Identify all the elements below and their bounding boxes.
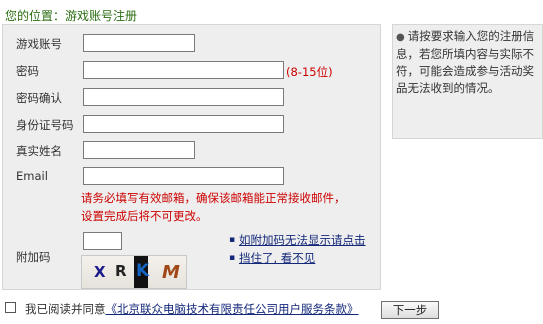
email-warning-line-2: 设置完成后将不可更改。 bbox=[81, 209, 208, 223]
password-input[interactable] bbox=[83, 61, 284, 79]
breadcrumb: 您的位置：游戏账号注册 bbox=[5, 9, 138, 23]
account-input[interactable] bbox=[83, 34, 195, 52]
info-text: ● 请按要求输入您的注册信息，若您所填内容与实际不符，可能会造成参与活动奖品无法收… bbox=[396, 28, 538, 97]
link-bullet-icon: ▪ bbox=[229, 253, 236, 263]
email-input[interactable] bbox=[83, 167, 284, 185]
captcha-help-links: ▪ 如附加码无法显示请点击 ▪ 挡住了, 看不见 bbox=[229, 233, 374, 266]
account-label: 游戏账号 bbox=[16, 37, 62, 51]
captcha-blocked-item: ▪ 挡住了, 看不见 bbox=[229, 251, 374, 266]
agreement-text: 我已阅读并同意《北京联众电脑技术有限责任公司用户服务条款》 bbox=[25, 301, 359, 317]
captcha-input[interactable] bbox=[83, 232, 122, 250]
captcha-char-4: M bbox=[162, 262, 180, 283]
confirm-password-label: 密码确认 bbox=[16, 91, 62, 105]
captcha-blocked-link[interactable]: 挡住了, 看不见 bbox=[239, 251, 315, 266]
captcha-label: 附加码 bbox=[16, 250, 51, 264]
real-name-label: 真实姓名 bbox=[16, 144, 62, 158]
agreement-prefix: 我已阅读并同意 bbox=[25, 302, 106, 316]
id-card-label: 身份证号码 bbox=[16, 118, 74, 132]
captcha-image[interactable]: X R K M bbox=[81, 255, 187, 289]
real-name-input[interactable] bbox=[83, 141, 195, 159]
id-card-input[interactable] bbox=[83, 115, 284, 133]
captcha-char-1: X bbox=[94, 263, 106, 281]
confirm-password-input[interactable] bbox=[83, 88, 284, 106]
agreement-row: 我已阅读并同意《北京联众电脑技术有限责任公司用户服务条款》 下一步 bbox=[5, 300, 535, 319]
bullet-icon: ● bbox=[396, 32, 405, 43]
agreement-checkbox[interactable] bbox=[5, 302, 16, 313]
info-panel: ● 请按要求输入您的注册信息，若您所填内容与实际不符，可能会造成参与活动奖品无法收… bbox=[392, 24, 543, 139]
captcha-char-2: R bbox=[115, 262, 127, 280]
email-warning-line-1: 请务必填写有效邮箱，确保该邮箱能正常接收邮件， bbox=[81, 191, 346, 205]
password-length-hint: (8-15位) bbox=[286, 65, 333, 79]
captcha-char-3: K bbox=[136, 261, 150, 281]
next-step-button[interactable]: 下一步 bbox=[381, 301, 439, 319]
email-label: Email bbox=[16, 169, 48, 183]
password-label: 密码 bbox=[16, 64, 39, 78]
captcha-refresh-link[interactable]: 如附加码无法显示请点击 bbox=[239, 233, 366, 248]
captcha-refresh-item: ▪ 如附加码无法显示请点击 bbox=[229, 233, 374, 248]
info-message: 请按要求输入您的注册信息，若您所填内容与实际不符，可能会造成参与活动奖品无法收到… bbox=[396, 29, 535, 95]
link-bullet-icon: ▪ bbox=[229, 235, 236, 245]
terms-link[interactable]: 《北京联众电脑技术有限责任公司用户服务条款》 bbox=[106, 302, 359, 316]
registration-form: 游戏账号 密码 (8-15位) 密码确认 身份证号码 真实姓名 Email 请务… bbox=[2, 24, 381, 290]
email-warning: 请务必填写有效邮箱，确保该邮箱能正常接收邮件， 设置完成后将不可更改。 bbox=[81, 189, 346, 225]
